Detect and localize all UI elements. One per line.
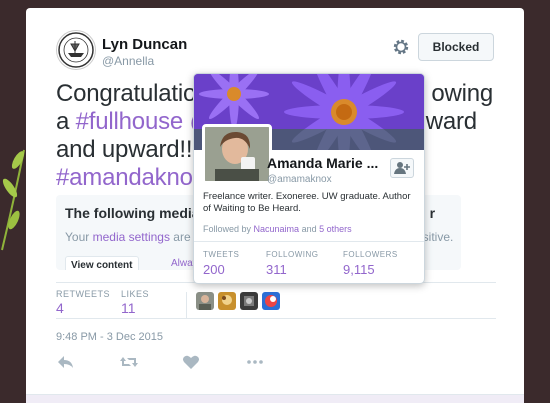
following-label: FOLLOWING xyxy=(266,250,319,259)
tweet-line2-prefix: a xyxy=(56,108,76,135)
profile-bio: Freelance writer. Exoneree. UW graduate.… xyxy=(203,191,411,214)
reply-bar[interactable] xyxy=(26,394,524,403)
profile-avatar[interactable] xyxy=(202,124,272,184)
media-body-pre: Your xyxy=(65,230,93,244)
person-photo-icon xyxy=(265,295,277,307)
liker-avatar[interactable] xyxy=(240,292,258,310)
media-warning-title-tail: r xyxy=(429,205,436,221)
leaf-decoration xyxy=(1,149,25,251)
tweet-line2-tail: ward xyxy=(425,108,477,135)
following-count[interactable]: 311 xyxy=(266,262,287,277)
followed-by-prefix: Followed by xyxy=(203,224,254,234)
media-warning-body: Your media settings are co xyxy=(65,230,207,244)
liker-avatar[interactable] xyxy=(218,292,236,310)
follow-person-icon xyxy=(394,162,410,174)
divider xyxy=(56,318,496,319)
reply-icon[interactable] xyxy=(57,354,75,370)
person-photo-icon xyxy=(199,295,211,310)
follow-button[interactable] xyxy=(390,158,414,178)
ship-seal-icon xyxy=(58,32,94,68)
person-photo-icon xyxy=(244,296,254,306)
media-warning-title-text: The following media xyxy=(65,205,200,221)
media-settings-link[interactable]: media settings xyxy=(93,230,170,244)
liker-avatar[interactable] xyxy=(196,292,214,310)
tweets-label: TWEETS xyxy=(203,250,240,259)
tweet-timestamp[interactable]: 9:48 PM - 3 Dec 2015 xyxy=(56,331,163,343)
blocked-button[interactable]: Blocked xyxy=(418,33,494,61)
followed-by-user-link[interactable]: Nacunaima xyxy=(254,224,300,234)
person-photo-icon xyxy=(222,295,232,305)
hashtag-fullhouse[interactable]: #fullhouse xyxy=(76,108,184,135)
more-icon[interactable] xyxy=(246,354,264,370)
followed-by-others-link[interactable]: 5 others xyxy=(319,224,352,234)
liker-avatar[interactable] xyxy=(262,292,280,310)
followers-label: FOLLOWERS xyxy=(343,250,398,259)
profile-handle[interactable]: @amamaknox xyxy=(267,174,332,185)
retweet-icon[interactable] xyxy=(119,354,139,370)
profile-hover-card: Amanda Marie ... @amamaknox Freelance wr… xyxy=(193,73,425,284)
stats-divider xyxy=(186,292,187,318)
like-icon[interactable] xyxy=(182,354,200,370)
user-avatar[interactable] xyxy=(56,30,96,70)
followed-by: Followed by Nacunaima and 5 others xyxy=(203,224,352,234)
person-photo-icon xyxy=(205,127,269,181)
followed-by-and: and xyxy=(299,224,320,234)
tweet-line1-tail: owing xyxy=(431,80,494,107)
retweets-count[interactable]: 4 xyxy=(56,300,64,316)
divider xyxy=(194,241,424,242)
view-content-button[interactable]: View content xyxy=(65,256,139,270)
user-name[interactable]: Lyn Duncan xyxy=(102,36,187,53)
tweet-line1: Congratulation xyxy=(56,80,210,107)
tweets-count[interactable]: 200 xyxy=(203,262,225,277)
gear-icon[interactable] xyxy=(392,38,410,56)
retweets-label: RETWEETS xyxy=(56,289,111,299)
likes-count[interactable]: 11 xyxy=(121,300,136,316)
user-handle[interactable]: @Annella xyxy=(102,54,154,68)
profile-name[interactable]: Amanda Marie ... xyxy=(267,155,378,171)
followers-count[interactable]: 9,115 xyxy=(343,262,375,277)
likes-label: LIKES xyxy=(121,289,150,299)
